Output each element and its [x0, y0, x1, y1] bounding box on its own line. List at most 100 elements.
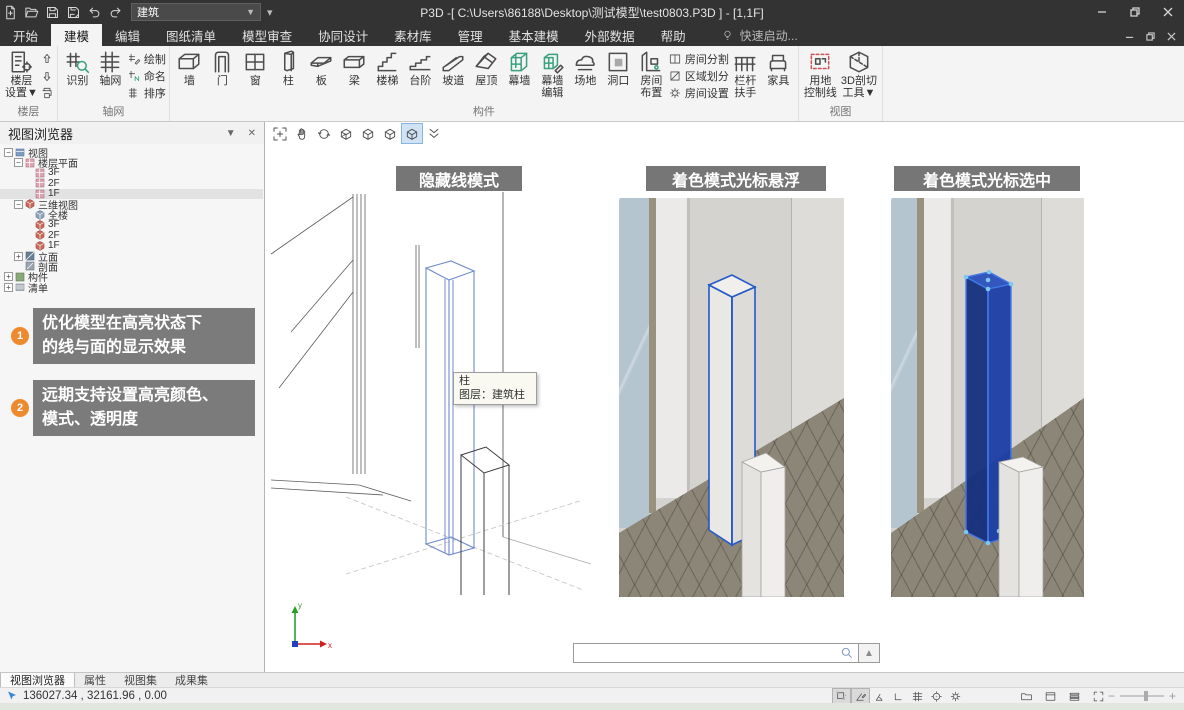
tab-model-review[interactable]: 模型审查 [229, 24, 305, 46]
window-view-button[interactable] [1042, 689, 1059, 704]
zoom-extents-button[interactable] [270, 124, 290, 143]
tree-item-全楼[interactable]: 全楼 [0, 209, 263, 222]
tree-expander[interactable]: − [14, 158, 23, 168]
gizmo-toggle[interactable] [928, 689, 945, 704]
railing-button[interactable]: 栏杆 扶手 [729, 48, 762, 100]
layers-button[interactable] [1066, 689, 1083, 704]
beam-button[interactable]: 梁 [338, 48, 371, 89]
door-button[interactable]: 门 [206, 48, 239, 89]
ramp-button[interactable]: 坡道 [437, 48, 470, 89]
orbit-button[interactable] [314, 124, 334, 143]
tab-external-data[interactable]: 外部数据 [572, 24, 648, 46]
bottom-tab-属性[interactable]: 属性 [75, 673, 115, 687]
zone-divide-button[interactable]: 区域划分 [668, 68, 729, 84]
curtain-wall-button[interactable]: 幕墙 [503, 48, 536, 89]
hidden-line-mode-button[interactable] [358, 124, 378, 143]
tab-start[interactable]: 开始 [0, 24, 51, 46]
redo-button[interactable] [105, 2, 126, 22]
zoom-handle[interactable] [1144, 691, 1149, 701]
tab-basic-modeling[interactable]: 基本建模 [496, 24, 572, 46]
opening-button[interactable]: 洞口 [602, 48, 635, 89]
shaded-edges-mode-button[interactable] [401, 123, 423, 144]
save-button[interactable] [42, 2, 63, 22]
expand-history-button[interactable]: ▲ [859, 643, 880, 663]
axis-grid-button[interactable]: 轴网 [94, 48, 127, 89]
tree-item-2F[interactable]: 2F [0, 230, 263, 241]
wireframe-mode-button[interactable] [336, 124, 356, 143]
customize-toolbar-icon[interactable]: ▾ [267, 6, 273, 19]
room-layout-button[interactable]: 房间 布置 [635, 48, 668, 100]
roof-button[interactable]: 屋顶 [470, 48, 503, 89]
grid-display-toggle[interactable] [909, 689, 926, 704]
undo-button[interactable] [84, 2, 105, 22]
tab-help[interactable]: 帮助 [648, 24, 699, 46]
curtain-wall-edit-button[interactable]: 幕墙 编辑 [536, 48, 569, 100]
furniture-button[interactable]: 家具 [762, 48, 795, 89]
new-file-button[interactable] [0, 2, 21, 22]
zoom-track[interactable] [1120, 691, 1165, 701]
restore-button[interactable] [1118, 0, 1151, 24]
new-view-button[interactable] [1018, 689, 1035, 704]
save-as-button[interactable] [63, 2, 84, 22]
land-control-line-button[interactable]: 用地 控制线 [802, 48, 839, 100]
tree-expander[interactable]: + [4, 272, 13, 282]
tree-expander[interactable]: − [14, 199, 23, 209]
tab-collab-design[interactable]: 协同设计 [305, 24, 381, 46]
panel-pin-icon[interactable]: ▼ [226, 128, 236, 139]
tree-expander[interactable]: + [4, 282, 13, 292]
minimize-button[interactable] [1085, 0, 1118, 24]
workspace-dropdown[interactable]: 建筑 ▼ [131, 3, 261, 21]
shaded-mode-button[interactable] [380, 124, 400, 143]
identify-button[interactable]: 识别 [61, 48, 94, 89]
3d-section-tool-button[interactable]: 3D剖切 工具▼ [839, 48, 879, 100]
site-button[interactable]: 场地 [569, 48, 602, 89]
column-button[interactable]: 柱 [272, 48, 305, 89]
fit-view-button[interactable] [1090, 689, 1107, 704]
tab-edit[interactable]: 编辑 [102, 24, 153, 46]
tree-item-3F[interactable]: 3F [0, 167, 263, 178]
floor-settings-button[interactable]: 楼层 设置▼ [3, 48, 40, 100]
snap-settings-toggle[interactable] [947, 689, 964, 704]
tree-item-三维视图[interactable]: − 三维视图 [0, 199, 263, 212]
doc-close-button[interactable] [1167, 28, 1176, 46]
axis-name-button[interactable]: 命名 [127, 68, 166, 84]
window-button[interactable]: 窗 [239, 48, 272, 89]
angle-snap-toggle[interactable] [871, 689, 888, 704]
ortho-mode-toggle[interactable] [890, 689, 907, 704]
zoom-out-icon[interactable]: − [1108, 689, 1115, 703]
tab-sheet-list[interactable]: 图纸清单 [153, 24, 229, 46]
axis-sort-button[interactable]: 排序 [127, 85, 166, 101]
drawing-canvas[interactable]: 隐藏线模式 着色模式光标悬浮 着色模式光标选中 柱 图层：建筑柱 y x ▲ [266, 122, 1184, 672]
axis-draw-button[interactable]: 绘制 [127, 51, 166, 67]
open-file-button[interactable] [21, 2, 42, 22]
floor-down-button[interactable] [40, 68, 54, 84]
doc-minimize-button[interactable] [1125, 28, 1134, 46]
stair-button[interactable]: 楼梯 [371, 48, 404, 89]
tree-item-楼层平面[interactable]: − 楼层平面 [0, 157, 263, 170]
wall-button[interactable]: 墙 [173, 48, 206, 89]
tab-manage[interactable]: 管理 [445, 24, 496, 46]
bottom-tab-成果集[interactable]: 成果集 [166, 673, 217, 687]
tree-item-3F[interactable]: 3F [0, 219, 263, 230]
zoom-in-icon[interactable]: + [1169, 689, 1176, 703]
steps-button[interactable]: 台阶 [404, 48, 437, 89]
quick-launch[interactable]: 快速启动... [721, 24, 798, 46]
close-button[interactable] [1151, 0, 1184, 24]
tab-modeling[interactable]: 建模 [51, 24, 103, 46]
bottom-tab-视图浏览器[interactable]: 视图浏览器 [0, 673, 75, 687]
floor-up-button[interactable] [40, 51, 54, 67]
floor-print-button[interactable] [40, 85, 54, 101]
tree-expander[interactable]: + [14, 251, 23, 261]
tree-item-2F[interactable]: 2F [0, 178, 263, 189]
search-input[interactable] [573, 643, 859, 663]
room-settings-button[interactable]: 房间设置 [668, 85, 729, 101]
object-snap-toggle[interactable] [832, 687, 851, 705]
tab-material-lib[interactable]: 素材库 [381, 24, 445, 46]
tree-expander[interactable]: − [4, 147, 13, 157]
toolbar-more-button[interactable] [424, 124, 444, 143]
doc-restore-button[interactable] [1146, 28, 1155, 46]
slab-button[interactable]: 板 [305, 48, 338, 89]
bottom-tab-视图集[interactable]: 视图集 [115, 673, 166, 687]
tree-item-清单[interactable]: + 清单 [0, 282, 263, 295]
room-split-button[interactable]: 房间分割 [668, 51, 729, 67]
